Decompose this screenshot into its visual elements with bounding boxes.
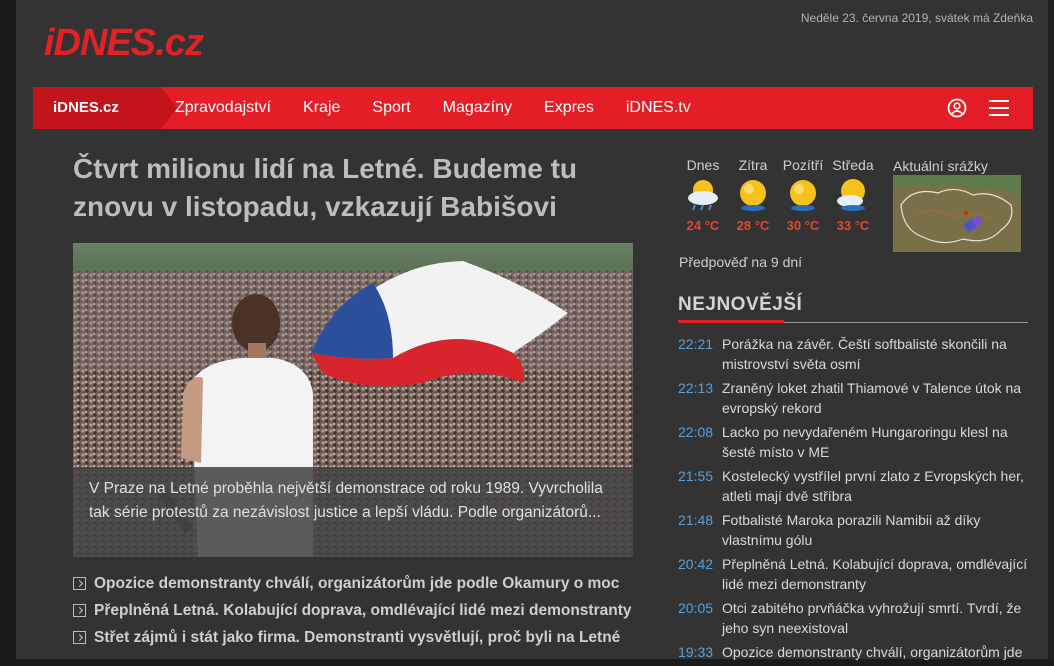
news-link[interactable]: Zraněný loket zhatil Thiamové v Talence … [722, 378, 1028, 418]
related-article-link[interactable]: Opozice demonstranty chválí, organizátor… [73, 570, 643, 597]
news-item[interactable]: 22:08 Lacko po nevydařeném Hungaroringu … [678, 422, 1028, 462]
radar-label[interactable]: Aktuální srážky [893, 158, 988, 174]
idnes-logo[interactable]: iDNES.cz [44, 22, 204, 65]
nav-item-sport[interactable]: Sport [372, 87, 410, 129]
main-navbar: iDNES.cz Zpravodajství Kraje Sport Magaz… [33, 87, 1033, 129]
nav-item-expres[interactable]: Expres [544, 87, 594, 129]
forecast-9-days-link[interactable]: Předpověď na 9 dní [679, 254, 802, 270]
news-time: 19:33 [678, 644, 714, 660]
chevron-right-icon [73, 631, 86, 644]
weather-day[interactable]: Zítra 28 °C [729, 157, 777, 233]
chevron-right-icon [73, 604, 86, 617]
main-headline[interactable]: Čtvrt milionu lidí na Letné. Budeme tu z… [73, 150, 633, 226]
sun-icon [740, 180, 766, 211]
nav-item-kraje[interactable]: Kraje [303, 87, 340, 129]
nav-item-magaziny[interactable]: Magazíny [443, 87, 512, 129]
sun-cloud-rain-icon [688, 180, 718, 211]
news-link[interactable]: Porážka na závěr. Čeští softbalisté skon… [722, 334, 1028, 374]
weather-day[interactable]: Pozítří 30 °C [779, 157, 827, 233]
news-link[interactable]: Fotbalisté Maroka porazili Namibii až dí… [722, 510, 1028, 550]
nav-item-zpravodajstvi[interactable]: Zpravodajství [175, 87, 271, 129]
news-link[interactable]: Opozice demonstranty chválí, organizátor… [722, 642, 1022, 662]
sun-cloud-icon [837, 179, 865, 211]
latest-accent-bar [678, 320, 784, 323]
news-time: 20:05 [678, 600, 714, 616]
czech-map-icon [893, 175, 1021, 252]
latest-news-list: 22:21 Porážka na závěr. Čeští softbalist… [678, 334, 1028, 666]
news-item[interactable]: 21:48 Fotbalisté Maroka porazili Namibii… [678, 510, 1028, 550]
news-item[interactable]: 22:21 Porážka na závěr. Čeští softbalist… [678, 334, 1028, 374]
news-time: 22:21 [678, 336, 714, 352]
news-item[interactable]: 22:13 Zraněný loket zhatil Thiamové v Ta… [678, 378, 1028, 418]
dateline: Neděle 23. června 2019, svátek má Zdeňka [800, 11, 1033, 25]
related-articles: Opozice demonstranty chválí, organizátor… [73, 570, 643, 651]
news-link[interactable]: Lacko po nevydařeném Hungaroringu klesl … [722, 422, 1028, 462]
chevron-right-icon [73, 577, 86, 590]
weather-day[interactable]: Středa 33 °C [829, 157, 877, 233]
nav-home-link[interactable]: iDNES.cz [33, 87, 177, 129]
news-time: 21:55 [678, 468, 714, 484]
sun-icon [790, 180, 816, 211]
news-link[interactable]: Otci zabitého prvňáčka vyhrožují smrtí. … [722, 598, 1028, 638]
news-item[interactable]: 21:55 Kostelecký vystřílel první zlato z… [678, 466, 1028, 506]
latest-news-title[interactable]: NEJNOVĚJŠÍ [678, 294, 802, 316]
news-time: 22:13 [678, 380, 714, 396]
news-time: 20:42 [678, 556, 714, 572]
hamburger-menu-icon[interactable] [989, 100, 1009, 116]
hero-photo[interactable]: V Praze na Letné proběhla největší demon… [73, 243, 633, 557]
news-time: 22:08 [678, 424, 714, 440]
related-article-link[interactable]: Přeplněná Letná. Kolabující doprava, omd… [73, 597, 643, 624]
news-item[interactable]: 19:33 Opozice demonstranty chválí, organ… [678, 642, 1028, 662]
related-article-link[interactable]: Střet zájmů i stát jako firma. Demonstra… [73, 624, 643, 651]
weather-day[interactable]: Dnes 24 °C [679, 157, 727, 233]
nav-item-idnes-tv[interactable]: iDNES.tv [626, 87, 691, 129]
nav-items: Zpravodajství Kraje Sport Magazíny Expre… [175, 87, 723, 129]
user-icon[interactable] [947, 98, 967, 118]
news-link[interactable]: Kostelecký vystřílel první zlato z Evrop… [722, 466, 1028, 506]
precipitation-radar-map[interactable] [893, 175, 1021, 252]
news-item[interactable]: 20:42 Přeplněná Letná. Kolabující doprav… [678, 554, 1028, 594]
hero-caption: V Praze na Letné proběhla největší demon… [73, 467, 633, 557]
page-frame: iDNES.cz Neděle 23. června 2019, svátek … [16, 0, 1048, 660]
news-link[interactable]: Přeplněná Letná. Kolabující doprava, omd… [722, 554, 1028, 594]
news-time: 21:48 [678, 512, 714, 528]
window-scroll-edge [1048, 0, 1054, 659]
news-item[interactable]: 20:05 Otci zabitého prvňáčka vyhrožují s… [678, 598, 1028, 638]
